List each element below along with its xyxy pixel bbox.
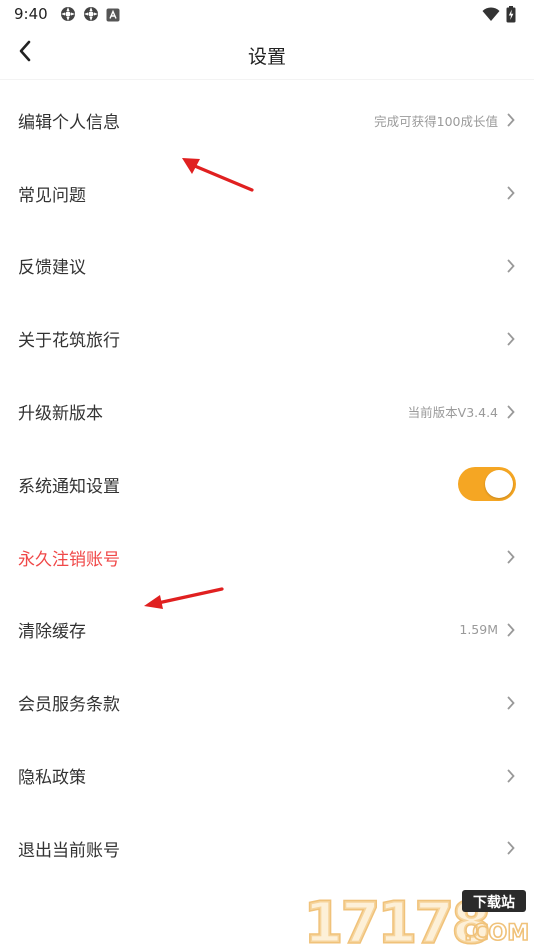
chevron-right-icon (506, 331, 516, 347)
toggle-knob (485, 470, 513, 499)
settings-item-value: 当前版本V3.4.4 (407, 405, 498, 421)
status-icons-right (482, 6, 516, 27)
settings-item-clear-cache[interactable]: 清除缓存 1.59M (0, 594, 534, 667)
status-icons-left (60, 6, 120, 26)
settings-item-label: 编辑个人信息 (18, 112, 120, 133)
chevron-right-icon (506, 549, 516, 565)
settings-item-feedback[interactable]: 反馈建议 (0, 230, 534, 303)
settings-item-membership-terms[interactable]: 会员服务条款 (0, 666, 534, 739)
settings-item-logout[interactable]: 退出当前账号 (0, 812, 534, 885)
settings-item-faq[interactable]: 常见问题 (0, 157, 534, 230)
chevron-right-icon (506, 112, 516, 128)
status-bar: 9:40 (0, 0, 534, 28)
svg-text:下载站: 下载站 (473, 894, 515, 911)
settings-item-value: 1.59M (459, 622, 498, 638)
battery-charging-icon (506, 6, 516, 27)
settings-item-notifications: 系统通知设置 (0, 448, 534, 521)
settings-item-label: 退出当前账号 (18, 840, 120, 861)
android-notification-icon (106, 7, 120, 26)
settings-item-edit-profile[interactable]: 编辑个人信息 完成可获得100成长值 (0, 84, 534, 157)
settings-item-label: 升级新版本 (18, 404, 103, 425)
chevron-right-icon (506, 404, 516, 420)
settings-item-value: 完成可获得100成长值 (374, 113, 498, 129)
settings-item-upgrade[interactable]: 升级新版本 当前版本V3.4.4 (0, 375, 534, 448)
settings-item-privacy-policy[interactable]: 隐私政策 (0, 739, 534, 812)
settings-item-label: 会员服务条款 (18, 695, 120, 716)
status-time: 9:40 (14, 5, 48, 23)
chevron-right-icon (506, 185, 516, 201)
settings-item-label: 关于花筑旅行 (18, 331, 120, 352)
wifi-icon (482, 7, 500, 26)
settings-item-label: 永久注销账号 (18, 549, 120, 570)
chevron-right-icon (506, 768, 516, 784)
chevron-right-icon (506, 695, 516, 711)
settings-item-about[interactable]: 关于花筑旅行 (0, 302, 534, 375)
settings-gear-icon (83, 6, 99, 26)
settings-gear-icon (60, 6, 76, 26)
watermark-logo: 17178 17178 下载站 .COM (302, 886, 530, 950)
chevron-right-icon (506, 622, 516, 638)
settings-item-label: 反馈建议 (18, 258, 86, 279)
settings-item-label: 隐私政策 (18, 768, 86, 789)
settings-item-delete-account[interactable]: 永久注销账号 (0, 521, 534, 594)
notifications-toggle[interactable] (458, 467, 516, 502)
page-title: 设置 (247, 46, 286, 68)
chevron-right-icon (506, 258, 516, 274)
settings-item-label: 清除缓存 (18, 622, 86, 643)
settings-item-label: 系统通知设置 (18, 476, 120, 497)
svg-text:.COM: .COM (464, 921, 529, 946)
svg-text:17178: 17178 (304, 891, 489, 948)
app-header: 设置 (0, 28, 534, 80)
settings-item-label: 常见问题 (18, 185, 86, 206)
settings-list: 编辑个人信息 完成可获得100成长值 常见问题 反馈建议 关于花筑旅行 升级新版… (0, 84, 534, 885)
chevron-right-icon (506, 840, 516, 856)
